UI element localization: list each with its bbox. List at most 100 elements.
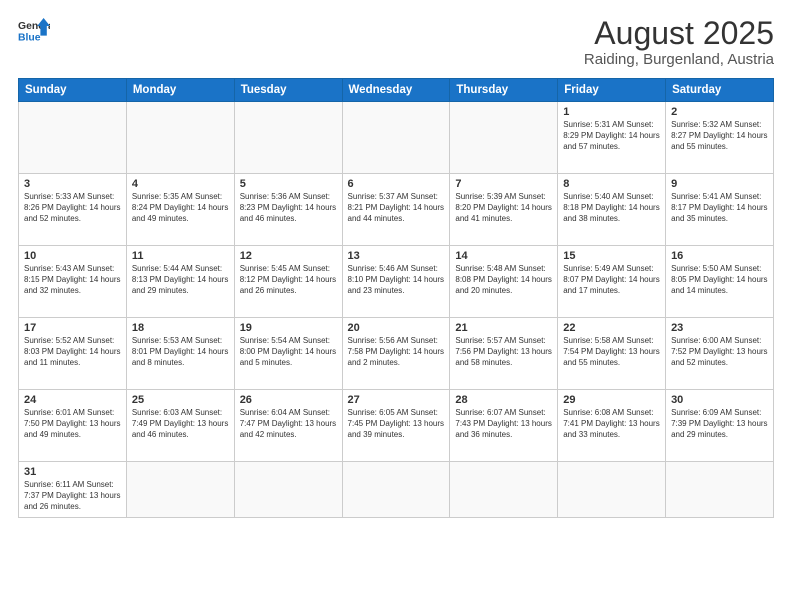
- day-info: Sunrise: 5:43 AM Sunset: 8:15 PM Dayligh…: [24, 264, 121, 296]
- day-info: Sunrise: 5:39 AM Sunset: 8:20 PM Dayligh…: [455, 192, 552, 224]
- day-info: Sunrise: 5:41 AM Sunset: 8:17 PM Dayligh…: [671, 192, 768, 224]
- calendar-cell: 18 Sunrise: 5:53 AM Sunset: 8:01 PM Dayli…: [126, 318, 234, 390]
- calendar-cell: 31Sunrise: 6:11 AM Sunset: 7:37 PM Dayli…: [19, 462, 127, 517]
- calendar-cell: 7 Sunrise: 5:39 AM Sunset: 8:20 PM Daylig…: [450, 174, 558, 246]
- day-info: Sunrise: 5:56 AM Sunset: 7:58 PM Dayligh…: [348, 336, 445, 368]
- calendar-cell: [450, 102, 558, 174]
- logo: General Blue: [18, 16, 50, 44]
- day-number: 8: [563, 178, 660, 190]
- weekday-header-row: Sunday Monday Tuesday Wednesday Thursday…: [19, 79, 774, 102]
- calendar-cell: [450, 462, 558, 517]
- day-number: 27: [348, 394, 445, 406]
- page: General Blue August 2025 Raiding, Burgen…: [0, 0, 792, 612]
- day-number: 5: [240, 178, 337, 190]
- day-info: Sunrise: 5:54 AM Sunset: 8:00 PM Dayligh…: [240, 336, 337, 368]
- day-number: 25: [132, 394, 229, 406]
- calendar-cell: 26 Sunrise: 6:04 AM Sunset: 7:47 PM Dayli…: [234, 390, 342, 462]
- generalblue-logo-icon: General Blue: [18, 16, 50, 44]
- day-info: Sunrise: 5:44 AM Sunset: 8:13 PM Dayligh…: [132, 264, 229, 296]
- day-number: 9: [671, 178, 768, 190]
- calendar-cell: [126, 102, 234, 174]
- day-info: Sunrise: 5:53 AM Sunset: 8:01 PM Dayligh…: [132, 336, 229, 368]
- day-info: Sunrise: 6:09 AM Sunset: 7:39 PM Dayligh…: [671, 408, 768, 440]
- calendar-cell: 27 Sunrise: 6:05 AM Sunset: 7:45 PM Dayli…: [342, 390, 450, 462]
- calendar-cell: 4 Sunrise: 5:35 AM Sunset: 8:24 PM Daylig…: [126, 174, 234, 246]
- calendar-cell: 10 Sunrise: 5:43 AM Sunset: 8:15 PM Dayli…: [19, 246, 127, 318]
- calendar-cell: 15 Sunrise: 5:49 AM Sunset: 8:07 PM Dayli…: [558, 246, 666, 318]
- calendar-cell: 13 Sunrise: 5:46 AM Sunset: 8:10 PM Dayli…: [342, 246, 450, 318]
- header-wednesday: Wednesday: [342, 79, 450, 102]
- calendar-cell: 24 Sunrise: 6:01 AM Sunset: 7:50 PM Dayli…: [19, 390, 127, 462]
- calendar-cell: 30Sunrise: 6:09 AM Sunset: 7:39 PM Dayli…: [666, 390, 774, 462]
- day-info: Sunrise: 6:05 AM Sunset: 7:45 PM Dayligh…: [348, 408, 445, 440]
- day-info: Sunrise: 6:07 AM Sunset: 7:43 PM Dayligh…: [455, 408, 552, 440]
- day-number: 13: [348, 250, 445, 262]
- day-number: 4: [132, 178, 229, 190]
- day-info: Sunrise: 5:50 AM Sunset: 8:05 PM Dayligh…: [671, 264, 768, 296]
- day-info: Sunrise: 6:00 AM Sunset: 7:52 PM Dayligh…: [671, 336, 768, 368]
- calendar-cell: 19 Sunrise: 5:54 AM Sunset: 8:00 PM Dayli…: [234, 318, 342, 390]
- header-monday: Monday: [126, 79, 234, 102]
- calendar-cell: 17 Sunrise: 5:52 AM Sunset: 8:03 PM Dayli…: [19, 318, 127, 390]
- day-number: 12: [240, 250, 337, 262]
- calendar-cell: [342, 102, 450, 174]
- day-info: Sunrise: 5:45 AM Sunset: 8:12 PM Dayligh…: [240, 264, 337, 296]
- calendar-table: Sunday Monday Tuesday Wednesday Thursday…: [18, 78, 774, 517]
- header-friday: Friday: [558, 79, 666, 102]
- day-info: Sunrise: 5:37 AM Sunset: 8:21 PM Dayligh…: [348, 192, 445, 224]
- day-info: Sunrise: 5:52 AM Sunset: 8:03 PM Dayligh…: [24, 336, 121, 368]
- svg-text:Blue: Blue: [18, 32, 41, 43]
- day-number: 22: [563, 322, 660, 334]
- day-number: 2: [671, 106, 768, 118]
- calendar-cell: 23 Sunrise: 6:00 AM Sunset: 7:52 PM Dayli…: [666, 318, 774, 390]
- calendar-subtitle: Raiding, Burgenland, Austria: [584, 51, 774, 68]
- calendar-cell: [19, 102, 127, 174]
- day-number: 14: [455, 250, 552, 262]
- calendar-cell: 14 Sunrise: 5:48 AM Sunset: 8:08 PM Dayli…: [450, 246, 558, 318]
- day-info: Sunrise: 6:11 AM Sunset: 7:37 PM Dayligh…: [24, 480, 121, 512]
- day-info: Sunrise: 5:36 AM Sunset: 8:23 PM Dayligh…: [240, 192, 337, 224]
- calendar-cell: 22Sunrise: 5:58 AM Sunset: 7:54 PM Dayli…: [558, 318, 666, 390]
- calendar-cell: 28Sunrise: 6:07 AM Sunset: 7:43 PM Dayli…: [450, 390, 558, 462]
- day-number: 26: [240, 394, 337, 406]
- day-info: Sunrise: 5:48 AM Sunset: 8:08 PM Dayligh…: [455, 264, 552, 296]
- day-number: 23: [671, 322, 768, 334]
- day-number: 16: [671, 250, 768, 262]
- day-number: 10: [24, 250, 121, 262]
- day-info: Sunrise: 6:01 AM Sunset: 7:50 PM Dayligh…: [24, 408, 121, 440]
- day-number: 20: [348, 322, 445, 334]
- day-number: 1: [563, 106, 660, 118]
- calendar-cell: 5 Sunrise: 5:36 AM Sunset: 8:23 PM Daylig…: [234, 174, 342, 246]
- day-number: 24: [24, 394, 121, 406]
- day-info: Sunrise: 5:49 AM Sunset: 8:07 PM Dayligh…: [563, 264, 660, 296]
- day-info: Sunrise: 5:57 AM Sunset: 7:56 PM Dayligh…: [455, 336, 552, 368]
- calendar-cell: [234, 102, 342, 174]
- day-info: Sunrise: 5:31 AM Sunset: 8:29 PM Dayligh…: [563, 120, 660, 152]
- day-number: 17: [24, 322, 121, 334]
- calendar-cell: 3Sunrise: 5:33 AM Sunset: 8:26 PM Daylig…: [19, 174, 127, 246]
- calendar-cell: 6 Sunrise: 5:37 AM Sunset: 8:21 PM Daylig…: [342, 174, 450, 246]
- calendar-cell: 2Sunrise: 5:32 AM Sunset: 8:27 PM Daylig…: [666, 102, 774, 174]
- day-number: 18: [132, 322, 229, 334]
- day-number: 3: [24, 178, 121, 190]
- day-number: 15: [563, 250, 660, 262]
- day-number: 21: [455, 322, 552, 334]
- day-number: 19: [240, 322, 337, 334]
- calendar-cell: 20 Sunrise: 5:56 AM Sunset: 7:58 PM Dayli…: [342, 318, 450, 390]
- day-number: 6: [348, 178, 445, 190]
- calendar-cell: [558, 462, 666, 517]
- day-number: 7: [455, 178, 552, 190]
- title-block: August 2025 Raiding, Burgenland, Austria: [584, 16, 774, 68]
- day-info: Sunrise: 5:40 AM Sunset: 8:18 PM Dayligh…: [563, 192, 660, 224]
- calendar-cell: 21 Sunrise: 5:57 AM Sunset: 7:56 PM Dayli…: [450, 318, 558, 390]
- calendar-cell: 25Sunrise: 6:03 AM Sunset: 7:49 PM Dayli…: [126, 390, 234, 462]
- calendar-cell: 11Sunrise: 5:44 AM Sunset: 8:13 PM Dayli…: [126, 246, 234, 318]
- day-info: Sunrise: 5:35 AM Sunset: 8:24 PM Dayligh…: [132, 192, 229, 224]
- calendar-cell: [234, 462, 342, 517]
- day-info: Sunrise: 5:46 AM Sunset: 8:10 PM Dayligh…: [348, 264, 445, 296]
- calendar-cell: 1 Sunrise: 5:31 AM Sunset: 8:29 PM Daylig…: [558, 102, 666, 174]
- calendar-cell: 16 Sunrise: 5:50 AM Sunset: 8:05 PM Dayli…: [666, 246, 774, 318]
- calendar-cell: 29Sunrise: 6:08 AM Sunset: 7:41 PM Dayli…: [558, 390, 666, 462]
- day-info: Sunrise: 6:08 AM Sunset: 7:41 PM Dayligh…: [563, 408, 660, 440]
- day-info: Sunrise: 6:04 AM Sunset: 7:47 PM Dayligh…: [240, 408, 337, 440]
